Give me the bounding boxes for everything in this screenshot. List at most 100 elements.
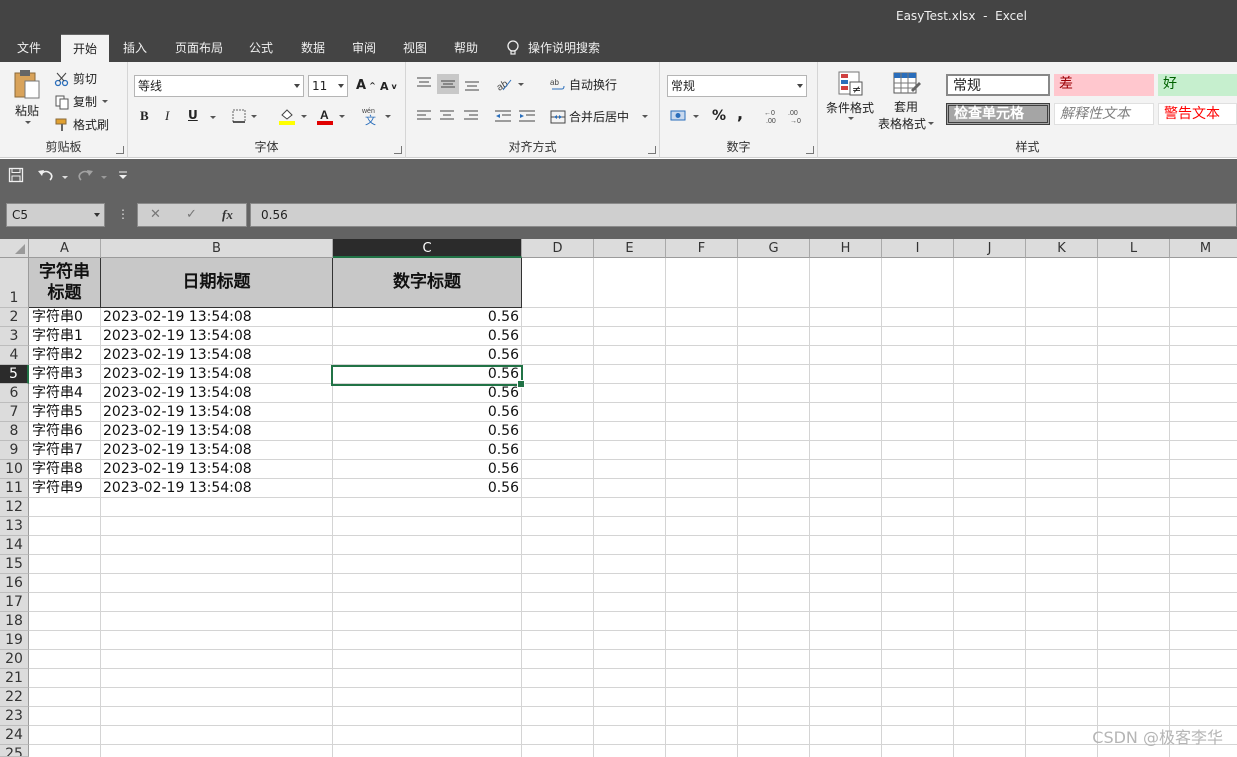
style-bad[interactable]: 差 [1054, 74, 1154, 96]
font-size-select[interactable]: 11 [308, 75, 348, 97]
cell-a11[interactable]: 字符串9 [32, 479, 83, 498]
column-header-i[interactable]: I [882, 239, 954, 258]
style-check-cell[interactable]: 检查单元格 [946, 103, 1050, 125]
bottom-align-button[interactable] [464, 76, 480, 92]
font-name-select[interactable]: 等线 [134, 75, 304, 97]
row-header[interactable]: 3 [0, 327, 29, 346]
copy-dropdown-icon[interactable] [102, 100, 109, 103]
cell-b6[interactable]: 2023-02-19 13:54:08 [103, 384, 252, 403]
cell-a4[interactable]: 字符串2 [32, 346, 83, 365]
select-all-button[interactable] [0, 239, 29, 258]
column-header-g[interactable]: G [738, 239, 810, 258]
row-header[interactable]: 16 [0, 574, 29, 593]
row-header[interactable]: 4 [0, 346, 29, 365]
align-left-button[interactable] [416, 109, 432, 123]
cell-c1[interactable]: 数字标题 [333, 258, 522, 308]
undo-button[interactable] [37, 167, 55, 185]
merge-center-button[interactable]: 合并后居中 [550, 108, 649, 125]
row-header[interactable]: 21 [0, 669, 29, 688]
cell-c9[interactable]: 0.56 [333, 441, 519, 460]
format-as-table-button[interactable]: 套用 表格格式 [878, 70, 935, 132]
align-center-button[interactable] [439, 109, 455, 123]
formula-bar-splitter[interactable]: ⋮ [117, 207, 129, 221]
increase-decimal-button[interactable]: ←0.00 [764, 108, 782, 124]
tab-insert[interactable]: 插入 [114, 34, 156, 62]
row-header[interactable]: 2 [0, 308, 29, 327]
redo-button[interactable] [76, 167, 94, 185]
row-header[interactable]: 15 [0, 555, 29, 574]
orientation-button[interactable]: ab [495, 76, 524, 92]
cell-a3[interactable]: 字符串1 [32, 327, 83, 346]
fill-color-button[interactable] [278, 107, 307, 125]
cell-a2[interactable]: 字符串0 [32, 308, 83, 327]
row-header[interactable]: 17 [0, 593, 29, 612]
tab-data[interactable]: 数据 [292, 34, 334, 62]
row-header[interactable]: 10 [0, 460, 29, 479]
row-header[interactable]: 23 [0, 707, 29, 726]
decrease-font-size-button[interactable]: Av [380, 80, 397, 93]
column-header-e[interactable]: E [594, 239, 666, 258]
phonetic-guide-button[interactable]: wén 文 [362, 106, 391, 126]
paste-dropdown-icon[interactable] [25, 121, 31, 124]
decrease-decimal-button[interactable]: .00 →0 [788, 108, 806, 124]
tab-formulas[interactable]: 公式 [240, 34, 282, 62]
font-color-button[interactable]: A [316, 107, 345, 125]
name-box[interactable]: C5 [6, 203, 105, 227]
alignment-launcher-icon[interactable] [648, 146, 656, 154]
row-header[interactable]: 20 [0, 650, 29, 669]
bold-button[interactable]: B [140, 108, 149, 124]
style-warning-text[interactable]: 警告文本 [1158, 103, 1237, 125]
style-explanatory-text[interactable]: 解释性文本 [1054, 103, 1154, 125]
number-launcher-icon[interactable] [806, 146, 814, 154]
paste-button[interactable]: 粘贴 [12, 68, 42, 124]
increase-font-size-button[interactable]: A ^ [356, 78, 376, 93]
row-header[interactable]: 6 [0, 384, 29, 403]
tab-help[interactable]: 帮助 [445, 34, 487, 62]
save-button[interactable] [8, 167, 24, 185]
align-right-button[interactable] [463, 109, 479, 123]
row-header[interactable]: 24 [0, 726, 29, 745]
cell-c6[interactable]: 0.56 [333, 384, 519, 403]
cell-c11[interactable]: 0.56 [333, 479, 519, 498]
cell-b2[interactable]: 2023-02-19 13:54:08 [103, 308, 252, 327]
middle-align-button[interactable] [437, 74, 459, 94]
cell-a10[interactable]: 字符串8 [32, 460, 83, 479]
insert-function-icon[interactable]: fx [222, 207, 233, 223]
row-header[interactable]: 7 [0, 403, 29, 422]
cell-a8[interactable]: 字符串6 [32, 422, 83, 441]
cell-c2[interactable]: 0.56 [333, 308, 519, 327]
clipboard-launcher-icon[interactable] [116, 146, 124, 154]
style-good[interactable]: 好 [1158, 74, 1237, 96]
tab-page-layout[interactable]: 页面布局 [166, 34, 232, 62]
cell-a6[interactable]: 字符串4 [32, 384, 83, 403]
cell-c8[interactable]: 0.56 [333, 422, 519, 441]
format-painter-button[interactable]: 格式刷 [54, 116, 109, 133]
percent-button[interactable]: % [712, 108, 726, 124]
row-header[interactable]: 5 [0, 365, 29, 384]
active-cell-selection[interactable] [331, 365, 525, 388]
style-normal[interactable]: 常规 [946, 74, 1050, 96]
font-launcher-icon[interactable] [394, 146, 402, 154]
italic-button[interactable]: I [165, 108, 169, 124]
redo-dropdown-icon[interactable] [101, 176, 107, 179]
cell-b11[interactable]: 2023-02-19 13:54:08 [103, 479, 252, 498]
tab-review[interactable]: 审阅 [343, 34, 385, 62]
cell-b3[interactable]: 2023-02-19 13:54:08 [103, 327, 252, 346]
comma-button[interactable]: , [737, 104, 743, 123]
column-header-f[interactable]: F [666, 239, 738, 258]
column-header-a[interactable]: A [29, 239, 101, 258]
cell-b1[interactable]: 日期标题 [101, 258, 333, 308]
row-header[interactable]: 9 [0, 441, 29, 460]
underline-button[interactable]: U [188, 108, 198, 122]
tell-me-search[interactable]: 操作说明搜索 [506, 34, 600, 62]
cut-button[interactable]: 剪切 [54, 70, 97, 87]
undo-dropdown-icon[interactable] [62, 176, 68, 179]
decrease-indent-button[interactable] [494, 109, 512, 123]
cell-b7[interactable]: 2023-02-19 13:54:08 [103, 403, 252, 422]
row-header[interactable]: 8 [0, 422, 29, 441]
column-header-j[interactable]: J [954, 239, 1026, 258]
increase-indent-button[interactable] [518, 109, 536, 123]
wrap-text-button[interactable]: ab 自动换行 [550, 76, 617, 93]
cell-b4[interactable]: 2023-02-19 13:54:08 [103, 346, 252, 365]
row-header[interactable]: 25 [0, 745, 29, 757]
